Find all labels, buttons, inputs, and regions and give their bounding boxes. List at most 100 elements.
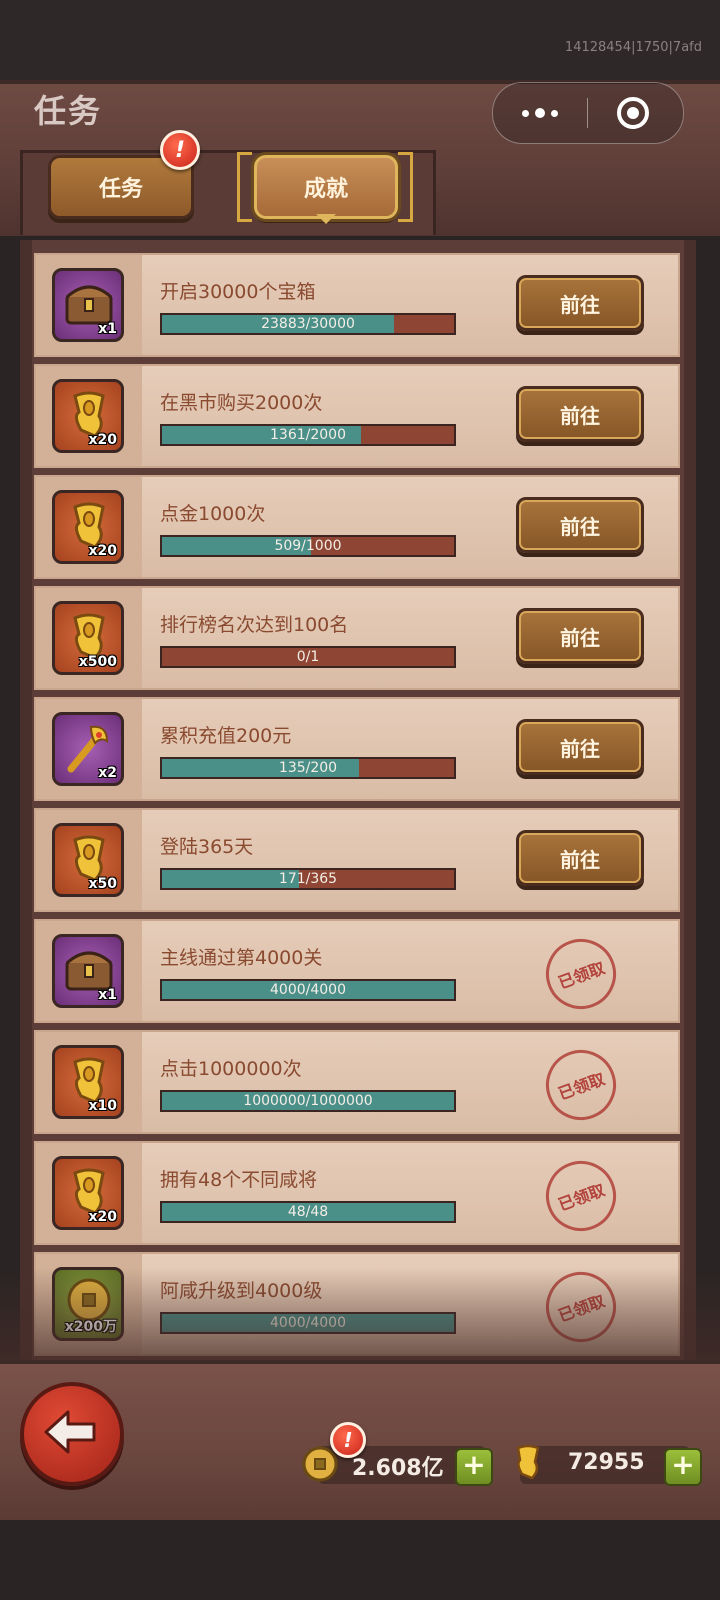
back-arrow-icon — [44, 1410, 96, 1454]
claimed-stamp: 已领取 — [536, 1040, 626, 1130]
progress-text: 1361/2000 — [270, 427, 346, 443]
go-button-label: 前往 — [560, 292, 600, 317]
go-button[interactable]: 前往 — [516, 497, 644, 553]
reward-quantity: x20 — [88, 432, 117, 448]
go-button[interactable]: 前往 — [516, 275, 644, 331]
tab-tasks-label: 任务 — [98, 177, 143, 202]
more-options-button[interactable] — [493, 83, 587, 143]
achievement-title: 排行榜名次达到100名 — [160, 614, 349, 636]
achievement-row: x20 在黑市购买2000次 1361/2000 前往 — [34, 364, 680, 468]
go-button[interactable]: 前往 — [516, 386, 644, 442]
claimed-stamp-text: 已领取 — [555, 1180, 608, 1215]
achievement-row: x200万 阿咸升级到4000级 4000/4000 已领取 — [34, 1252, 680, 1356]
progress-text: 48/48 — [287, 1204, 329, 1220]
gold-scroll-icon: x20 — [52, 490, 124, 564]
chest-icon: x1 — [52, 268, 124, 342]
achievement-title: 阿咸升级到4000级 — [160, 1280, 323, 1302]
achievement-row: x500 排行榜名次达到100名 0/1 前往 — [34, 586, 680, 690]
reward-quantity: x10 — [88, 1098, 117, 1114]
achievement-title: 登陆365天 — [160, 836, 254, 858]
footer-area — [0, 1520, 720, 1600]
more-dot-icon — [551, 109, 558, 117]
progress-bar: 4000/4000 — [160, 1312, 456, 1334]
back-button[interactable] — [20, 1382, 124, 1486]
build-id-text: 14128454|1750|7afd — [564, 40, 702, 55]
claimed-stamp-text: 已领取 — [555, 1291, 608, 1326]
achievement-title: 在黑市购买2000次 — [160, 392, 323, 414]
gold-scroll-icon — [516, 1444, 540, 1480]
close-target-icon[interactable] — [615, 95, 651, 131]
selected-tab-indicator-icon — [316, 214, 336, 224]
achievement-row: x2 累积充值200元 135/200 前往 — [34, 697, 680, 801]
achievement-row: x20 拥有48个不同咸将 48/48 已领取 — [34, 1141, 680, 1245]
achievement-row: x1 开启30000个宝箱 23883/30000 前往 — [34, 253, 680, 357]
claimed-stamp: 已领取 — [536, 1151, 626, 1241]
achievement-title: 点击1000000次 — [160, 1058, 302, 1080]
progress-bar: 48/48 — [160, 1201, 456, 1223]
coin-balance-value: 2.608亿 — [352, 1456, 444, 1481]
go-button[interactable]: 前往 — [516, 830, 644, 886]
tab-achievements-label: 成就 — [303, 177, 348, 202]
claimed-stamp: 已领取 — [536, 929, 626, 1019]
gold-scroll-icon: x10 — [52, 1045, 124, 1119]
progress-text: 23883/30000 — [261, 316, 355, 332]
go-button[interactable]: 前往 — [516, 608, 644, 664]
golden-scepter-icon: x2 — [52, 712, 124, 786]
mini-program-capsule — [492, 82, 684, 144]
alert-icon: ! — [343, 1428, 353, 1452]
scroll-balance-value: 72955 — [568, 1450, 645, 1475]
gold-scroll-icon: x20 — [52, 1156, 124, 1230]
selected-bracket-left — [237, 152, 252, 222]
progress-text: 135/200 — [278, 760, 338, 776]
progress-bar: 509/1000 — [160, 535, 456, 557]
tasks-alert-badge: ! — [160, 130, 200, 170]
achievement-list[interactable]: x1 开启30000个宝箱 23883/30000 前往 x20 在黑市购买20… — [34, 253, 680, 1363]
progress-bar: 23883/30000 — [160, 313, 456, 335]
achievement-title: 主线通过第4000关 — [160, 947, 323, 969]
achievement-title: 累积充值200元 — [160, 725, 292, 747]
plus-icon: + — [671, 1448, 695, 1481]
progress-bar: 4000/4000 — [160, 979, 456, 1001]
go-button-label: 前往 — [560, 625, 600, 650]
coin-icon: x200万 — [52, 1267, 124, 1341]
add-coins-button[interactable]: + — [455, 1448, 493, 1486]
add-scrolls-button[interactable]: + — [664, 1448, 702, 1486]
reward-quantity: x200万 — [64, 1319, 117, 1335]
go-button-label: 前往 — [560, 847, 600, 872]
gold-scroll-icon: x20 — [52, 379, 124, 453]
claimed-stamp-text: 已领取 — [555, 958, 608, 993]
progress-text: 0/1 — [296, 649, 320, 665]
achievement-title: 开启30000个宝箱 — [160, 281, 316, 303]
progress-bar: 1000000/1000000 — [160, 1090, 456, 1112]
reward-quantity: x20 — [88, 1209, 117, 1225]
reward-quantity: x2 — [98, 765, 117, 781]
go-button[interactable]: 前往 — [516, 719, 644, 775]
reward-quantity: x1 — [98, 987, 117, 1003]
achievement-row: x50 登陆365天 171/365 前往 — [34, 808, 680, 912]
progress-bar: 0/1 — [160, 646, 456, 668]
claimed-stamp-text: 已领取 — [555, 1069, 608, 1104]
progress-text: 509/1000 — [274, 538, 342, 554]
more-dot-icon — [535, 108, 545, 118]
reward-quantity: x1 — [98, 321, 117, 337]
status-area: 14128454|1750|7afd — [0, 0, 720, 80]
go-button-label: 前往 — [560, 736, 600, 761]
reward-quantity: x50 — [88, 876, 117, 892]
more-dot-icon — [522, 109, 529, 117]
achievement-title: 拥有48个不同咸将 — [160, 1169, 318, 1191]
progress-text: 4000/4000 — [270, 1315, 346, 1331]
go-button-label: 前往 — [560, 514, 600, 539]
achievement-row: x20 点金1000次 509/1000 前往 — [34, 475, 680, 579]
achievement-row: x10 点击1000000次 1000000/1000000 已领取 — [34, 1030, 680, 1134]
progress-text: 1000000/1000000 — [243, 1093, 373, 1109]
achievement-row: x1 主线通过第4000关 4000/4000 已领取 — [34, 919, 680, 1023]
page-title: 任务 — [34, 92, 103, 130]
claimed-stamp: 已领取 — [536, 1262, 626, 1352]
alert-icon: ! — [174, 137, 186, 163]
tab-achievements[interactable]: 成就 — [254, 155, 398, 219]
plus-icon: + — [462, 1448, 486, 1481]
reward-quantity: x500 — [78, 654, 117, 670]
progress-bar: 1361/2000 — [160, 424, 456, 446]
go-button-label: 前往 — [560, 403, 600, 428]
gold-scroll-icon: x50 — [52, 823, 124, 897]
